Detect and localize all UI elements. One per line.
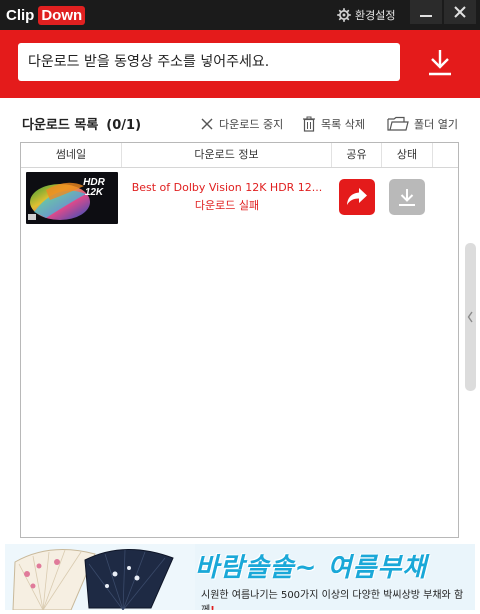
banner-subtitle-accent: ! — [210, 605, 215, 610]
column-thumbnail: 썸네일 — [21, 143, 122, 167]
close-button[interactable] — [444, 0, 476, 24]
status-download-button[interactable] — [389, 179, 425, 215]
app-logo: Clip Down — [6, 5, 86, 25]
download-arrow-icon — [429, 50, 451, 76]
open-folder-button[interactable]: 폴더 열기 — [387, 115, 458, 133]
video-thumbnail: HDR 12K — [26, 172, 118, 224]
logo-down-text: Down — [38, 5, 86, 25]
title-bar: Clip Down 환경설정 — [0, 0, 480, 30]
list-header: 다운로드 목록 (0/1) 다운로드 중지 목록 삭제 폴더 열기 — [0, 108, 480, 138]
stop-download-label: 다운로드 중지 — [219, 118, 284, 131]
video-title: Best of Dolby Vision 12K HDR 12... — [131, 181, 323, 194]
download-arrow-icon — [399, 189, 415, 206]
settings-label: 환경설정 — [355, 9, 396, 22]
open-folder-label: 폴더 열기 — [414, 118, 458, 131]
stop-download-button[interactable]: 다운로드 중지 — [200, 115, 283, 133]
logo-clip-text: Clip — [6, 6, 35, 24]
column-info: 다운로드 정보 — [122, 143, 332, 167]
settings-button[interactable]: 환경설정 — [337, 7, 395, 23]
banner-subtitle-text: 시원한 여름나기는 500가지 이상의 다양한 박씨상방 부채와 함께 — [201, 590, 464, 610]
banner-title: 바람솔솔~ 여름부채 — [195, 553, 428, 583]
column-status: 상태 — [382, 143, 433, 167]
url-bar — [0, 30, 480, 98]
url-input[interactable] — [18, 43, 400, 81]
column-share: 공유 — [332, 143, 382, 167]
fan-image — [5, 544, 195, 610]
share-arrow-icon — [347, 188, 367, 205]
thumbnail-caption: HDR 12K — [83, 177, 105, 198]
gear-icon — [337, 8, 351, 22]
list-count: (0/1) — [106, 118, 142, 133]
banner-subtitle: 시원한 여름나기는 500가지 이상의 다양한 박씨상방 부채와 함께! — [201, 586, 475, 610]
download-table: 썸네일 다운로드 정보 공유 상태 HDR 12K Best of Dolby … — [20, 142, 459, 538]
list-title: 다운로드 목록 (0/1) — [22, 114, 141, 133]
delete-list-label: 목록 삭제 — [321, 118, 365, 131]
chevron-left-icon — [467, 311, 473, 323]
table-header: 썸네일 다운로드 정보 공유 상태 — [21, 143, 458, 168]
download-button[interactable] — [417, 43, 463, 81]
minimize-icon — [420, 15, 432, 17]
minimize-button[interactable] — [410, 0, 442, 24]
side-scroll-handle[interactable] — [465, 243, 476, 391]
table-row[interactable]: HDR 12K Best of Dolby Vision 12K HDR 12.… — [21, 168, 458, 226]
x-icon — [201, 118, 213, 130]
trash-icon — [303, 116, 315, 132]
download-status: 다운로드 실패 — [194, 199, 260, 212]
folder-icon — [387, 116, 409, 131]
list-title-text: 다운로드 목록 — [22, 118, 99, 133]
share-button[interactable] — [339, 179, 375, 215]
delete-list-button[interactable]: 목록 삭제 — [302, 115, 365, 133]
ad-banner[interactable]: 바람솔솔~ 여름부채 시원한 여름나기는 500가지 이상의 다양한 박씨상방 … — [5, 544, 475, 610]
close-icon — [454, 6, 466, 18]
